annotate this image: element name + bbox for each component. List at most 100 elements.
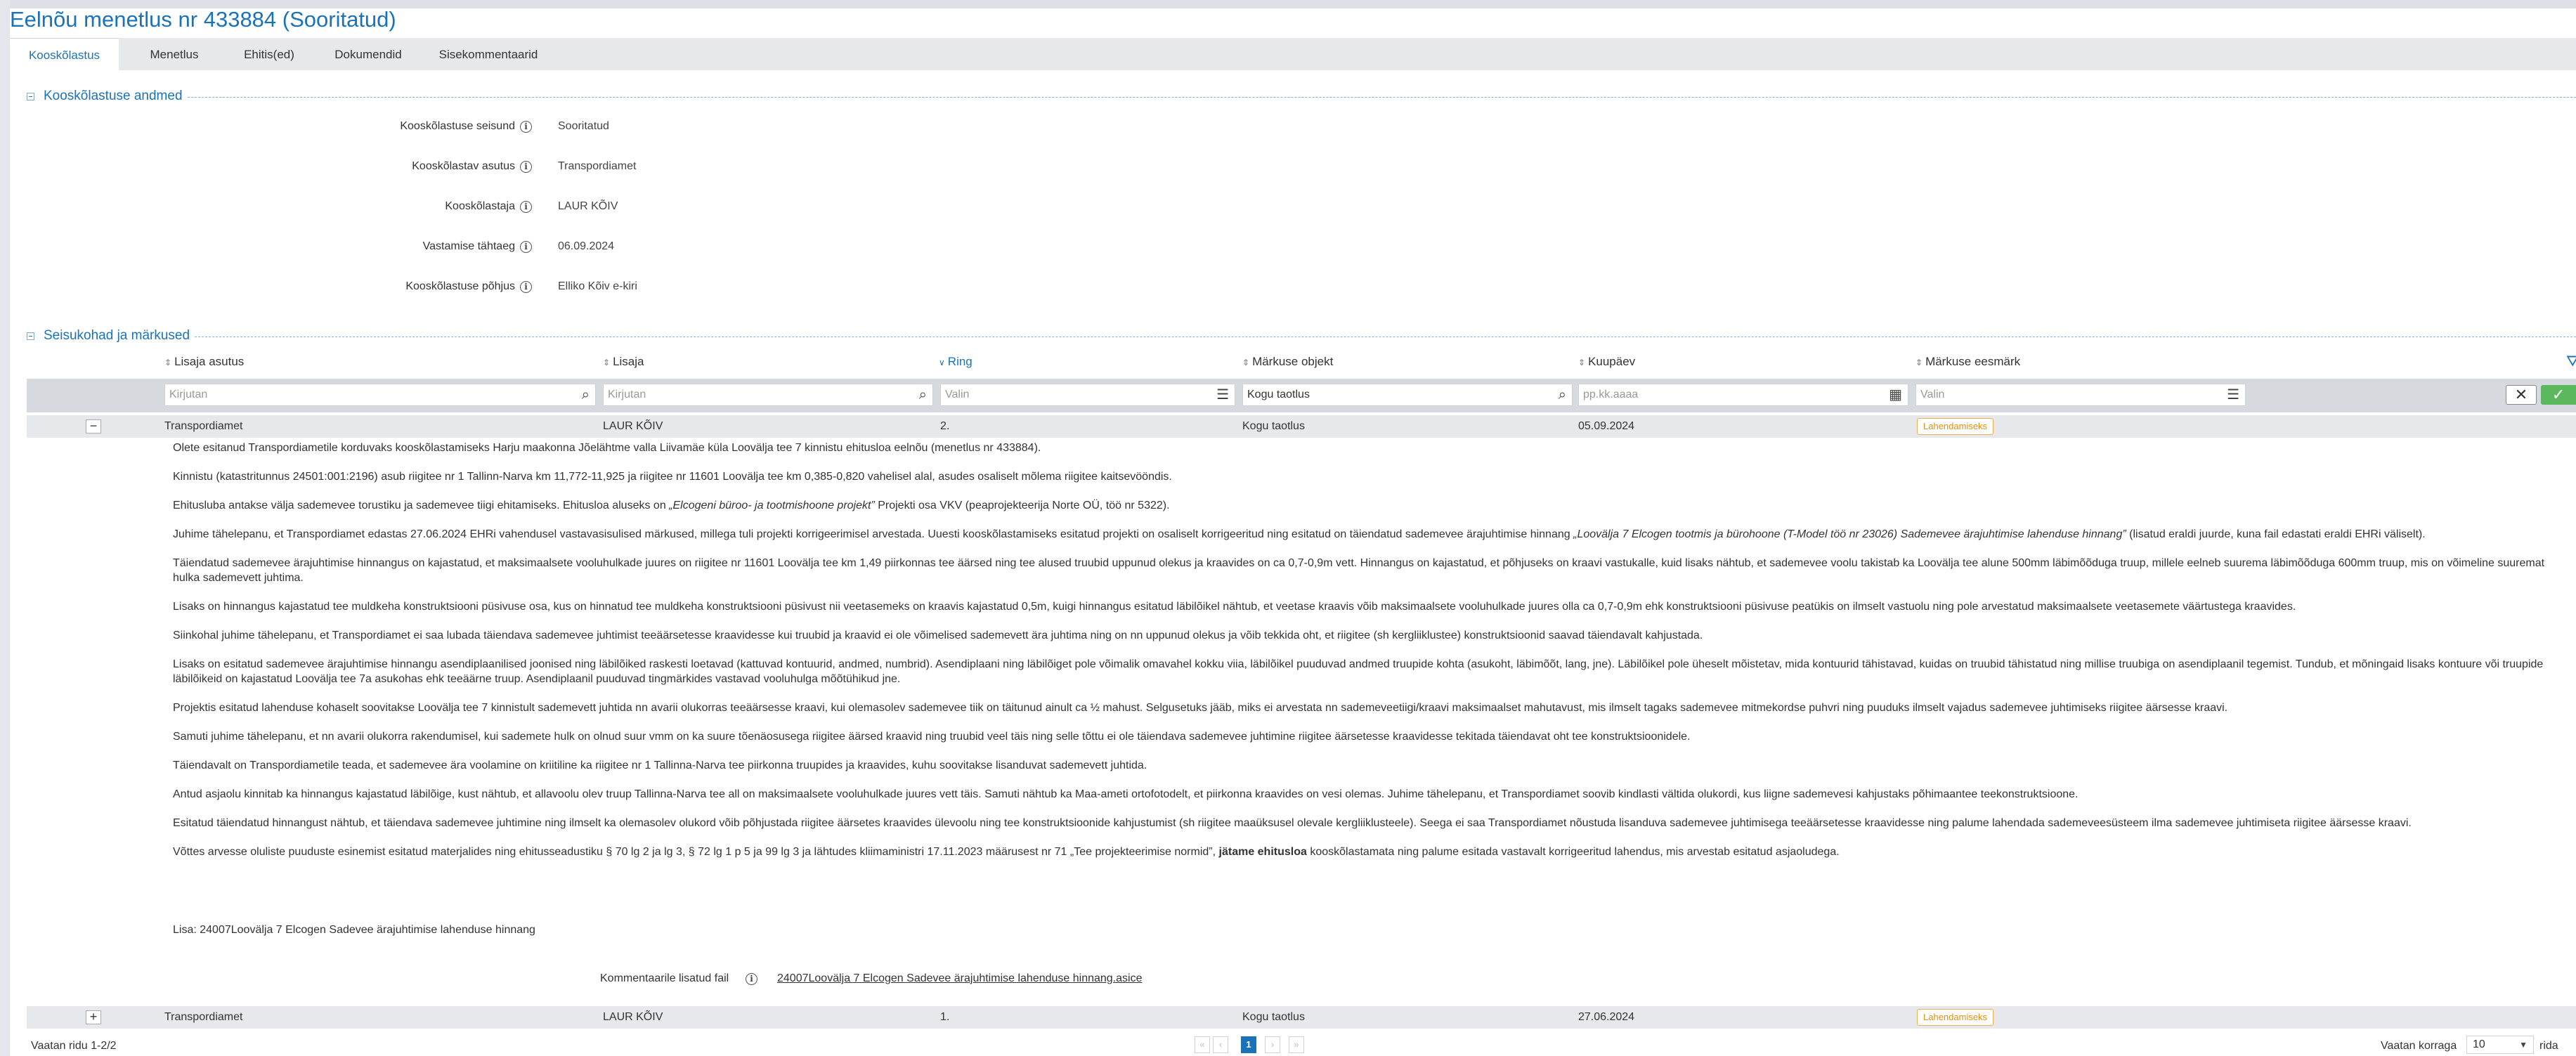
cell-ring: 1.	[940, 1011, 950, 1023]
tab-ehitised[interactable]: Ehitis(ed)	[228, 38, 311, 70]
field-label: Kooskõlastav asutus	[412, 160, 515, 172]
status-badge: Lahendamiseks	[1917, 1009, 1994, 1026]
comment-paragraph: Lisaks on esitatud sademevee ärajuhtimis…	[173, 658, 2544, 685]
search-icon[interactable]: ⌕	[919, 384, 927, 405]
page-title: Eelnõu menetlus nr 433884 (Sooritatud)	[10, 7, 396, 32]
column-header-lisaja[interactable]: ⇕ Lisaja	[603, 355, 644, 369]
field-value: LAUR KÕIV	[558, 200, 618, 212]
expand-row-icon[interactable]: +	[86, 1010, 101, 1024]
sort-icon: ⇕	[164, 358, 172, 367]
status-badge: Lahendamiseks	[1917, 418, 1994, 435]
field-kooskolastuse-pohjus: Kooskõlastuse põhjus i Elliko Kõiv e-kir…	[0, 278, 984, 299]
info-icon[interactable]: i	[520, 121, 532, 133]
section-title: Kooskõlastuse andmed	[44, 89, 187, 104]
calendar-icon[interactable]: ▦	[1889, 384, 1902, 405]
field-value: Sooritatud	[558, 120, 609, 132]
sort-icon: ⇕	[1915, 358, 1923, 367]
search-icon[interactable]: ⌕	[1559, 384, 1566, 405]
field-value: Transpordiamet	[558, 160, 637, 172]
column-header-lisaja-asutus[interactable]: ⇕ Lisaja asutus	[164, 355, 244, 369]
info-icon[interactable]: i	[520, 161, 532, 173]
tab-menetlus[interactable]: Menetlus	[133, 38, 216, 70]
tab-kooskolastus[interactable]: Kooskõlastus	[10, 38, 119, 71]
comment-conclusion: Võttes arvesse oluliste puuduste esinemi…	[173, 846, 1840, 858]
info-icon[interactable]: i	[746, 973, 757, 985]
table-row[interactable]: − Transpordiamet LAUR KÕIV 2. Kogu taotl…	[27, 415, 2576, 438]
comment-paragraph: Täiendavalt on Transpordiametile teada, …	[173, 760, 1147, 771]
column-header-markuse-objekt[interactable]: ⇕ Märkuse objekt	[1242, 355, 1333, 369]
field-label: Kooskõlastuse seisund	[400, 120, 515, 132]
section-kooskolastuse-andmed[interactable]: Kooskõlastuse andmed	[27, 89, 2576, 107]
field-label: Kooskõlastaja	[445, 200, 515, 212]
sort-icon: ⇕	[603, 358, 611, 367]
per-page-suffix: rida	[2539, 1040, 2558, 1052]
list-icon[interactable]: ☰	[2227, 384, 2239, 405]
comment-paragraph: Juhime tähelepanu, et Transpordiamet eda…	[173, 528, 2426, 540]
attached-file-link[interactable]: 24007Loovälja 7 Elcogen Sadevee ärajuhti…	[777, 972, 1143, 985]
field-vastamise-tahtaeg: Vastamise tähtaeg i 06.09.2024	[0, 237, 984, 259]
filter-ring-select[interactable]: Valin ☰	[940, 384, 1235, 406]
section-seisukohad[interactable]: Seisukohad ja märkused	[27, 328, 2576, 346]
page-number[interactable]: 1	[1241, 1036, 1256, 1053]
field-label: Kooskõlastuse põhjus	[405, 280, 515, 292]
filter-eesmark-select[interactable]: Valin ☰	[1915, 384, 2246, 406]
comment-detail: Olete esitanud Transpordiametile korduva…	[173, 441, 2562, 873]
list-icon[interactable]: ☰	[1216, 384, 1229, 405]
per-page-select[interactable]: 10 ▼	[2466, 1036, 2534, 1054]
last-page-button[interactable]: »	[1289, 1036, 1304, 1053]
collapse-row-icon[interactable]: −	[86, 419, 101, 434]
column-header-kuupaev[interactable]: ⇕ Kuupäev	[1578, 355, 1635, 369]
next-page-icon: ›	[1270, 1039, 1275, 1050]
comment-paragraph: Kinnistu (katastritunnus 24501:001:2196)…	[173, 471, 1172, 483]
cell-kuupaev: 05.09.2024	[1578, 420, 1635, 432]
cell-kuupaev: 27.06.2024	[1578, 1011, 1635, 1023]
comment-paragraph: Projektis esitatud lahenduse kohaselt so…	[173, 702, 2228, 714]
column-header-ring[interactable]: ∨ Ring	[939, 355, 972, 369]
column-header-markuse-eesmark[interactable]: ⇕ Märkuse eesmärk	[1915, 355, 2020, 369]
filter-funnel-icon[interactable]: ⛛	[2566, 352, 2576, 370]
field-kooskolastav-asutus: Kooskõlastav asutus i Transpordiamet	[0, 157, 984, 178]
comment-paragraph: Täiendatud sademevee ärajuhtimise hinnan…	[173, 557, 2545, 584]
cell-lisaja: LAUR KÕIV	[603, 1011, 663, 1023]
apply-filters-button[interactable]: ✓	[2541, 385, 2576, 405]
section-title: Seisukohad ja märkused	[44, 328, 195, 344]
chevron-down-icon: ▼	[2519, 1040, 2528, 1050]
filter-kuupaev-input[interactable]: pp.kk.aaaa ▦	[1578, 384, 1908, 406]
comment-paragraph: Esitatud täiendatud hinnangust nähtub, e…	[173, 817, 2412, 829]
filter-lisaja-input[interactable]: Kirjutan ⌕	[603, 384, 933, 406]
close-icon: ✕	[2514, 386, 2528, 403]
cell-objekt: Kogu taotlus	[1242, 420, 1305, 432]
info-icon[interactable]: i	[520, 281, 532, 293]
field-label: Vastamise tähtaeg	[422, 240, 515, 252]
comment-paragraph: Siinkohal juhime tähelepanu, et Transpor…	[173, 630, 1703, 641]
search-icon[interactable]: ⌕	[582, 384, 590, 405]
info-icon[interactable]: i	[520, 201, 532, 213]
prev-page-button[interactable]: ‹	[1213, 1036, 1228, 1053]
filter-objekt-input[interactable]: Kogu taotlus ⌕	[1242, 384, 1573, 406]
comment-paragraph: Olete esitanud Transpordiametile korduva…	[173, 442, 1041, 454]
field-value: Elliko Kõiv e-kiri	[558, 280, 637, 292]
tab-sisekommentaarid[interactable]: Sisekommentaarid	[429, 38, 548, 70]
comment-paragraph: Ehitusluba antakse välja sademevee torus…	[173, 500, 1170, 511]
filter-asutus-input[interactable]: Kirjutan ⌕	[164, 384, 596, 406]
field-kooskolastuse-seisund: Kooskõlastuse seisund i Sooritatud	[0, 117, 984, 138]
tab-dokumendid[interactable]: Dokumendid	[319, 38, 417, 70]
comment-paragraph: Antud asjaolu kinnitab ka hinnangus kaja…	[173, 788, 2079, 800]
next-page-button[interactable]: ›	[1265, 1036, 1280, 1053]
cell-asutus: Transpordiamet	[164, 1011, 243, 1023]
clear-filters-button[interactable]: ✕	[2506, 385, 2537, 405]
comment-paragraph: Samuti juhime tähelepanu, et nn avarii o…	[173, 731, 1691, 743]
field-value: 06.09.2024	[558, 240, 615, 252]
info-icon[interactable]: i	[520, 241, 532, 253]
per-page-label: Vaatan korraga	[2381, 1040, 2457, 1052]
collapse-icon[interactable]	[27, 332, 34, 340]
table-row[interactable]: + Transpordiamet LAUR KÕIV 1. Kogu taotl…	[27, 1006, 2576, 1029]
tab-bar: Kooskõlastus Menetlus Ehitis(ed) Dokumen…	[10, 38, 2576, 71]
first-page-button[interactable]: «	[1195, 1036, 1210, 1053]
sort-icon: ⇕	[1242, 358, 1250, 367]
collapse-icon[interactable]	[27, 93, 34, 100]
field-kooskolastaja: Kooskõlastaja i LAUR KÕIV	[0, 197, 984, 219]
row-count: Vaatan ridu 1-2/2	[31, 1040, 117, 1052]
cell-asutus: Transpordiamet	[164, 420, 243, 432]
cell-lisaja: LAUR KÕIV	[603, 420, 663, 432]
